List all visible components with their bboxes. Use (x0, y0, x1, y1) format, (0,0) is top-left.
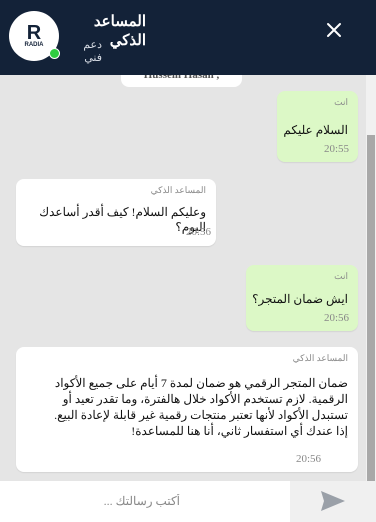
close-button[interactable] (322, 18, 346, 42)
chat-area[interactable]: Hussein Hasan , انت السلام عليكم 20:55 ا… (0, 75, 366, 481)
message-time: 20:56 (324, 312, 350, 324)
message-bubble-bot: المساعد الذكي ضمان المتجر الرقمي هو ضمان… (16, 347, 358, 472)
message-text: السلام عليكم (283, 123, 348, 137)
send-icon (321, 491, 345, 511)
message-bubble-user: انت السلام عليكم 20:55 (277, 91, 358, 162)
message-time: 20:55 (324, 143, 350, 155)
message-sender: المساعد الذكي (292, 353, 348, 363)
message-sender: انت (334, 97, 348, 107)
chat-header: المساعد الذكي دعم فني R RADIA (0, 0, 376, 75)
chat-scrollbar[interactable] (366, 75, 376, 481)
message-text: ضمان المتجر الرقمي هو ضمان لمدة 7 أيام ع… (54, 376, 348, 390)
message-composer (0, 481, 376, 522)
online-status-dot (49, 48, 60, 59)
message-text: تستبدل الأكواد لأنها تعتبر منتجات رقمية … (54, 408, 348, 422)
send-button[interactable] (318, 486, 348, 516)
message-text: وعليكم السلام! كيف أقدر أساعدك اليوم؟ (39, 205, 206, 234)
message-text: الرقمية. لازم تستخدم الأكواد خلال هالفتر… (62, 392, 348, 406)
avatar-logo-subtext: RADIA (24, 42, 44, 48)
scrollbar-thumb[interactable] (367, 135, 375, 481)
avatar-logo: R (26, 22, 42, 44)
bot-status-label: دعم فني (83, 39, 102, 64)
message-bubble-bot: المساعد الذكي وعليكم السلام! كيف أقدر أس… (16, 179, 216, 246)
message-input[interactable] (0, 481, 290, 522)
message-text: إذا عندك أي استفسار ثاني، أنا هنا للمساع… (131, 424, 348, 438)
previous-message-peek: Hussein Hasan , (121, 75, 242, 87)
message-bubble-user: انت ايش ضمان المتجر؟ 20:56 (246, 265, 358, 331)
message-text: ايش ضمان المتجر؟ (252, 292, 348, 306)
message-time: 20:56 (186, 226, 212, 238)
close-icon (327, 23, 341, 37)
message-sender: المساعد الذكي (150, 185, 206, 195)
message-time: 20:56 (296, 453, 322, 465)
message-sender: انت (334, 271, 348, 281)
